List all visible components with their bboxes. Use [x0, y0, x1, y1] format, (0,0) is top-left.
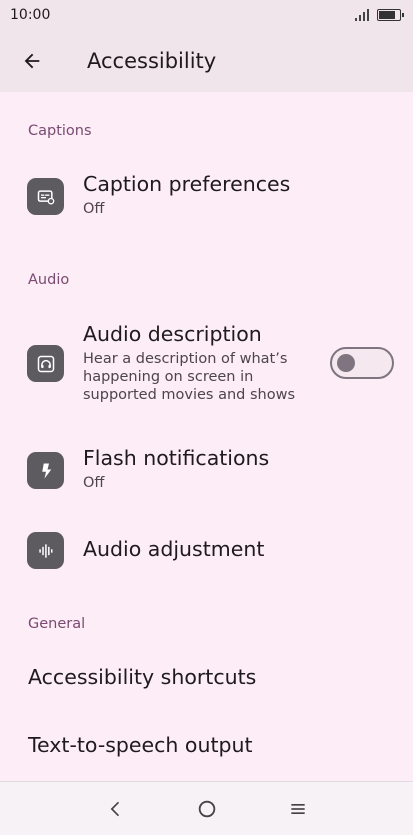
menu-lines-icon: [290, 803, 305, 814]
navigation-bar: [0, 781, 413, 835]
caption-preferences-subtitle: Off: [83, 200, 105, 217]
section-header-audio: Audio: [28, 272, 70, 288]
nav-recents-button[interactable]: [278, 789, 318, 829]
headphones-icon: [27, 345, 64, 382]
waveform-icon: [27, 532, 64, 569]
circle-icon: [198, 800, 215, 817]
caption-preferences-title: Caption preferences: [83, 172, 291, 196]
tts-output-title: Text-to-speech output: [28, 733, 253, 757]
back-button[interactable]: [10, 39, 54, 83]
audio-description-item[interactable]: Audio description Hear a description of …: [0, 312, 413, 412]
signal-icon: [355, 9, 369, 21]
status-time: 10:00: [10, 7, 51, 23]
section-header-general: General: [28, 616, 86, 632]
audio-description-title: Audio description: [83, 322, 262, 346]
arrow-left-icon: [24, 53, 40, 69]
accessibility-shortcuts-item[interactable]: Accessibility shortcuts: [0, 652, 413, 706]
caption-preferences-item[interactable]: Caption preferences Off: [0, 164, 413, 234]
chevron-left-icon: [110, 801, 119, 816]
flash-notifications-subtitle: Off: [83, 474, 105, 491]
audio-description-toggle[interactable]: [330, 347, 394, 379]
status-icons: [355, 9, 404, 21]
page-title: Accessibility: [87, 49, 217, 73]
audio-description-subtitle: Hear a description of what’s happening o…: [83, 350, 296, 403]
nav-back-button[interactable]: [96, 789, 136, 829]
audio-adjustment-item[interactable]: Audio adjustment: [0, 524, 413, 578]
flash-notifications-title: Flash notifications: [83, 446, 270, 470]
accessibility-shortcuts-title: Accessibility shortcuts: [28, 665, 257, 689]
tts-output-item[interactable]: Text-to-speech output: [0, 720, 413, 774]
flash-icon: [27, 452, 64, 489]
flash-notifications-item[interactable]: Flash notifications Off: [0, 437, 413, 502]
battery-icon: [377, 9, 404, 21]
audio-adjustment-title: Audio adjustment: [83, 537, 265, 561]
status-bar: 10:00: [0, 0, 413, 30]
section-header-captions: Captions: [28, 123, 92, 139]
closed-caption-settings-icon: [27, 178, 64, 215]
app-bar: Accessibility: [0, 30, 413, 92]
nav-home-button[interactable]: [187, 789, 227, 829]
toggle-knob: [337, 354, 355, 372]
